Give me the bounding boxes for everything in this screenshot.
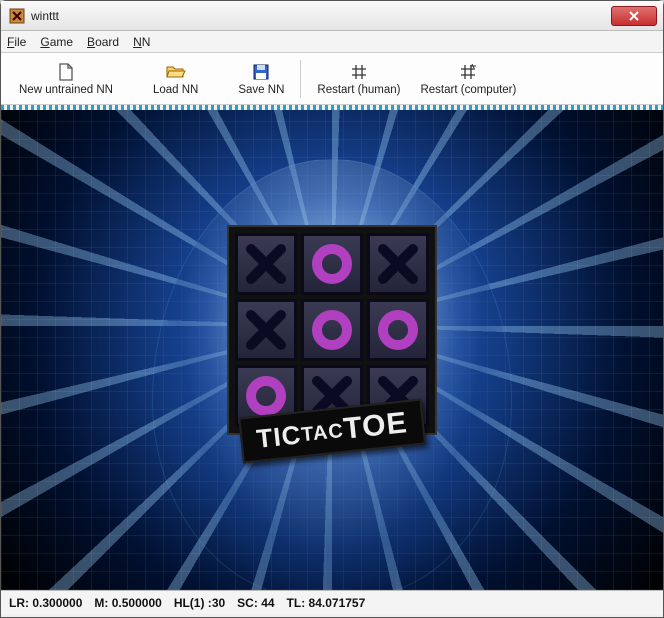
folder-open-icon xyxy=(166,62,186,82)
app-window: winttt File Game Board NN New untrained … xyxy=(0,0,664,618)
restart-computer-label: Restart (computer) xyxy=(420,84,516,96)
stat-hl: HL(1) :30 xyxy=(174,596,225,610)
app-icon xyxy=(9,8,25,24)
cell-1[interactable] xyxy=(301,233,363,295)
save-nn-button[interactable]: Save NN xyxy=(228,56,294,102)
load-nn-button[interactable]: Load NN xyxy=(143,56,208,102)
menu-game[interactable]: Game xyxy=(40,35,73,49)
cell-2[interactable] xyxy=(367,233,429,295)
restart-human-button[interactable]: Restart (human) xyxy=(307,56,410,102)
menu-bar: File Game Board NN xyxy=(1,31,663,53)
new-nn-label: New untrained NN xyxy=(19,84,113,96)
grid-spark-icon xyxy=(460,62,476,82)
save-nn-label: Save NN xyxy=(238,84,284,96)
window-title: winttt xyxy=(31,9,59,23)
status-bar: LR: 0.300000 M: 0.500000 HL(1) :30 SC: 4… xyxy=(1,590,663,614)
titlebar: winttt xyxy=(1,1,663,31)
toolbar: New untrained NN Load NN Save NN Restart… xyxy=(1,53,663,105)
close-icon xyxy=(628,10,640,22)
save-icon xyxy=(253,62,269,82)
toolbar-separator xyxy=(300,60,301,98)
menu-board[interactable]: Board xyxy=(87,35,119,49)
grid-icon xyxy=(351,62,367,82)
restart-human-label: Restart (human) xyxy=(317,84,400,96)
cell-5[interactable] xyxy=(367,299,429,361)
restart-computer-button[interactable]: Restart (computer) xyxy=(410,56,526,102)
new-file-icon xyxy=(58,62,74,82)
stat-tl: TL: 84.071757 xyxy=(287,596,366,610)
close-button[interactable] xyxy=(611,6,657,26)
game-canvas: TICTACTOE xyxy=(1,110,663,590)
cell-0[interactable] xyxy=(235,233,297,295)
load-nn-label: Load NN xyxy=(153,84,198,96)
cell-4[interactable] xyxy=(301,299,363,361)
new-untrained-nn-button[interactable]: New untrained NN xyxy=(9,56,123,102)
menu-nn[interactable]: NN xyxy=(133,35,150,49)
stat-sc: SC: 44 xyxy=(237,596,274,610)
menu-file[interactable]: File xyxy=(7,35,26,49)
cell-3[interactable] xyxy=(235,299,297,361)
stat-m: M: 0.500000 xyxy=(94,596,161,610)
stat-lr: LR: 0.300000 xyxy=(9,596,82,610)
logo-text: TICTACTOE xyxy=(256,421,408,451)
